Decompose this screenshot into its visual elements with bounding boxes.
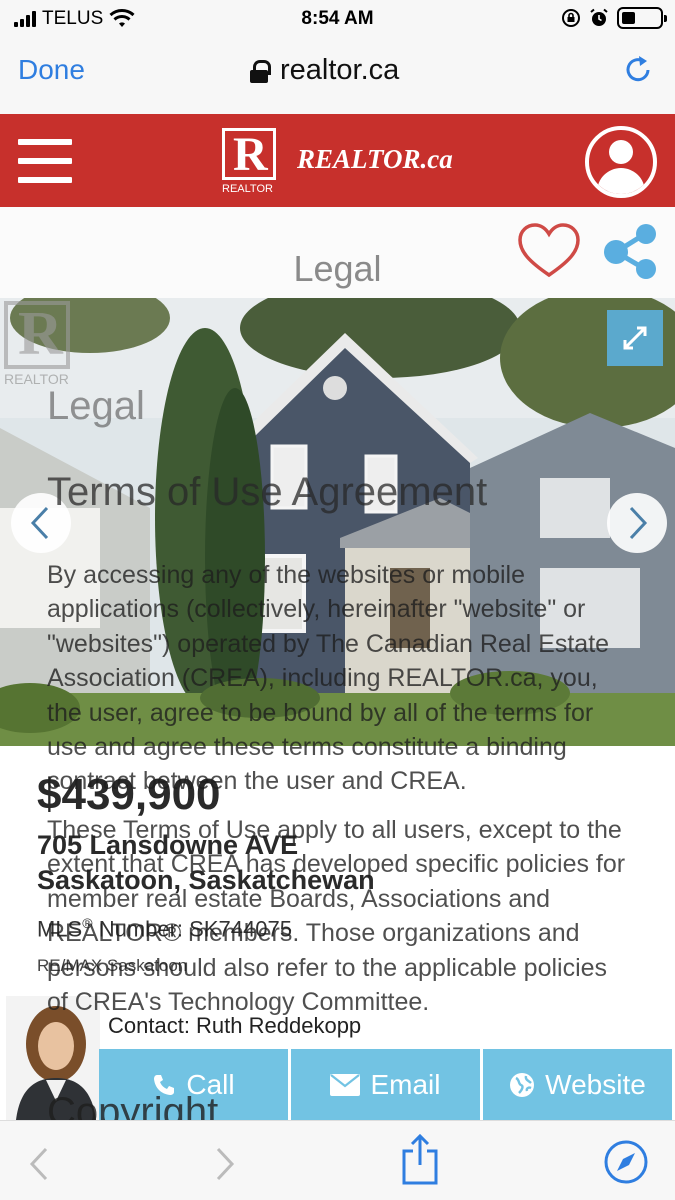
agent-contact-name: Contact: Ruth Reddekopp [108,1013,362,1038]
chevron-right-icon [629,506,648,540]
done-button[interactable]: Done [18,54,85,86]
call-label: Call [186,1068,235,1100]
agent-photo[interactable] [6,996,100,1120]
url-text: realtor.ca [280,54,400,86]
watermark-caption: REALTOR [4,371,69,387]
status-bar: TELUS 8:54 AM [0,0,675,38]
lock-icon [250,59,271,83]
battery-icon [617,7,667,29]
site-header: R REALTOR REALTOR.ca [0,114,675,207]
menu-icon[interactable] [18,139,72,183]
brand-name[interactable]: REALTOR.ca [297,144,453,175]
mls-label: Number: [92,916,190,942]
expand-icon[interactable] [607,310,663,366]
website-label: Website [545,1068,646,1100]
phone-icon [154,1074,175,1095]
call-button[interactable]: Call [99,1049,288,1120]
url-field[interactable]: realtor.ca [250,54,399,87]
mls-prefix: MLS [37,916,83,942]
realtor-logo[interactable]: R REALTOR [222,128,280,195]
reload-icon[interactable] [621,52,655,86]
brokerage-name: RE/MAX Saskatoon [37,956,188,975]
browser-toolbar [0,1120,675,1200]
user-icon[interactable] [585,126,657,198]
email-label: Email [370,1068,441,1100]
listing-photo[interactable] [0,298,675,746]
screen: { "status_bar": { "carrier": "TELUS", "t… [0,0,675,1200]
forward-icon[interactable] [214,1146,236,1182]
logo-caption: REALTOR [222,183,273,195]
rotation-lock-icon [562,9,580,27]
share-sheet-icon[interactable] [400,1133,440,1185]
address-line-2: Saskatoon, Saskatchewan [37,865,375,895]
address-line-1: 705 Lansdowne AVE [37,830,299,860]
browser-bar: Done realtor.ca [0,38,675,114]
next-photo-button[interactable] [607,493,667,553]
chevron-left-icon [30,506,49,540]
listing-price: $439,900 [37,770,221,819]
mls-number: MLS® Number: SK744075 [37,915,292,942]
previous-photo-button[interactable] [11,493,71,553]
back-icon[interactable] [28,1146,50,1182]
mls-value: SK744075 [189,916,292,942]
email-button[interactable]: Email [291,1049,480,1120]
website-button[interactable]: Website [483,1049,672,1120]
alarm-icon [590,8,608,26]
envelope-icon [330,1073,361,1096]
compass-icon[interactable] [603,1139,649,1185]
section-label: Legal [293,248,382,289]
globe-icon [510,1072,535,1097]
realtor-watermark: R REALTOR [4,300,70,387]
